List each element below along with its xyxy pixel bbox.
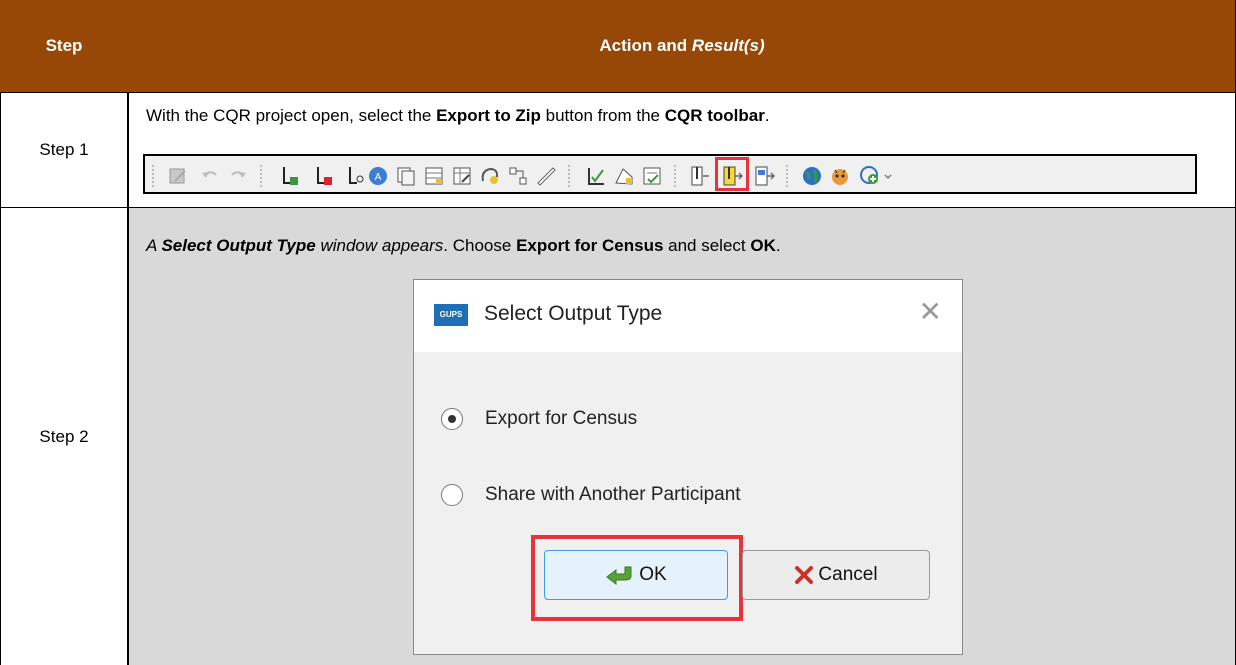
instr-text: . Choose [443, 236, 517, 255]
select-output-type-dialog: GUPS Select Output Type ✕ Export for Cen… [413, 279, 963, 655]
merge-icon[interactable] [507, 165, 529, 187]
measure-icon[interactable] [535, 165, 557, 187]
redo-icon[interactable] [227, 165, 249, 187]
copy-table-icon[interactable] [395, 165, 417, 187]
instr-text: button from the [540, 106, 665, 125]
instr-text: . [775, 236, 781, 255]
svg-text:A: A [375, 172, 382, 183]
toolbar-separator [567, 164, 571, 188]
cancel-label: Cancel [818, 564, 878, 585]
instr-italic: A [146, 236, 162, 255]
globe-select-icon[interactable] [479, 165, 501, 187]
toolbar-separator [259, 164, 263, 188]
shape-icon[interactable] [613, 165, 635, 187]
add-feature-icon[interactable] [279, 165, 301, 187]
radio-label-share-with-participant[interactable]: Share with Another Participant [485, 484, 741, 506]
toolbar-handle[interactable] [151, 164, 155, 188]
ok-arrow-icon [606, 566, 632, 586]
toolbar-separator [785, 164, 789, 188]
instr-bold-export-to-zip: Export to Zip [436, 106, 541, 125]
instr-text: and select [663, 236, 751, 255]
close-icon[interactable]: ✕ [919, 298, 942, 326]
radio-export-for-census[interactable] [441, 408, 463, 430]
import-zip-icon[interactable] [689, 165, 711, 187]
cancel-button[interactable]: Cancel [742, 550, 930, 600]
instr-bold-italic-select-output-type: Select Output Type [161, 236, 316, 255]
export-zip-highlight [715, 157, 749, 191]
review-icon[interactable] [585, 165, 607, 187]
radio-share-with-participant[interactable] [441, 484, 463, 506]
steps-table: Step Action and Result(s) Step 1 With th… [0, 0, 1236, 665]
delete-feature-icon[interactable] [313, 165, 335, 187]
chevron-down-icon[interactable] [883, 165, 893, 187]
row-divider [0, 207, 1236, 208]
step2-label: Step 2 [39, 426, 89, 446]
dialog-titlebar: GUPS Select Output Type ✕ [414, 280, 962, 352]
toolbar-separator [673, 164, 677, 188]
radio-label-export-for-census[interactable]: Export for Census [485, 408, 637, 430]
instr-bold-export-for-census: Export for Census [516, 236, 664, 255]
cqr-toolbar: A [143, 154, 1197, 194]
label-icon[interactable]: A [367, 165, 389, 187]
step2-instruction: A Select Output Type window appears. Cho… [146, 236, 781, 256]
ok-button[interactable]: OK [544, 550, 728, 600]
step1-instruction: With the CQR project open, select the Ex… [146, 106, 770, 126]
table-icon[interactable] [423, 165, 445, 187]
header-action-italic: Result(s) [691, 36, 765, 55]
gups-logo-icon: GUPS [434, 304, 468, 326]
attribute-table-icon[interactable] [451, 165, 473, 187]
cancel-x-icon [795, 566, 814, 584]
ok-label: OK [639, 564, 667, 585]
split-feature-icon[interactable] [345, 165, 367, 187]
header-bottom-border [0, 92, 1236, 93]
tiger-icon[interactable] [829, 165, 851, 187]
undo-icon[interactable] [199, 165, 221, 187]
checklist-icon[interactable] [641, 165, 663, 187]
edit-icon[interactable] [167, 165, 189, 187]
export-share-icon[interactable] [753, 165, 775, 187]
instr-text: . [764, 106, 770, 125]
globe-icon[interactable] [801, 165, 823, 187]
instr-bold-ok: OK [750, 236, 776, 255]
instr-text: With the CQR project open, select the [146, 106, 437, 125]
header-action-prefix: Action and [599, 36, 688, 55]
header-step: Step [0, 0, 128, 92]
instr-italic: window appears [315, 236, 444, 255]
web-globe-icon[interactable] [859, 165, 881, 187]
dialog-title: Select Output Type [484, 302, 663, 325]
instr-bold-cqr-toolbar: CQR toolbar [664, 106, 765, 125]
step1-label: Step 1 [39, 140, 89, 159]
header-action: Action and Result(s) [128, 0, 1236, 92]
